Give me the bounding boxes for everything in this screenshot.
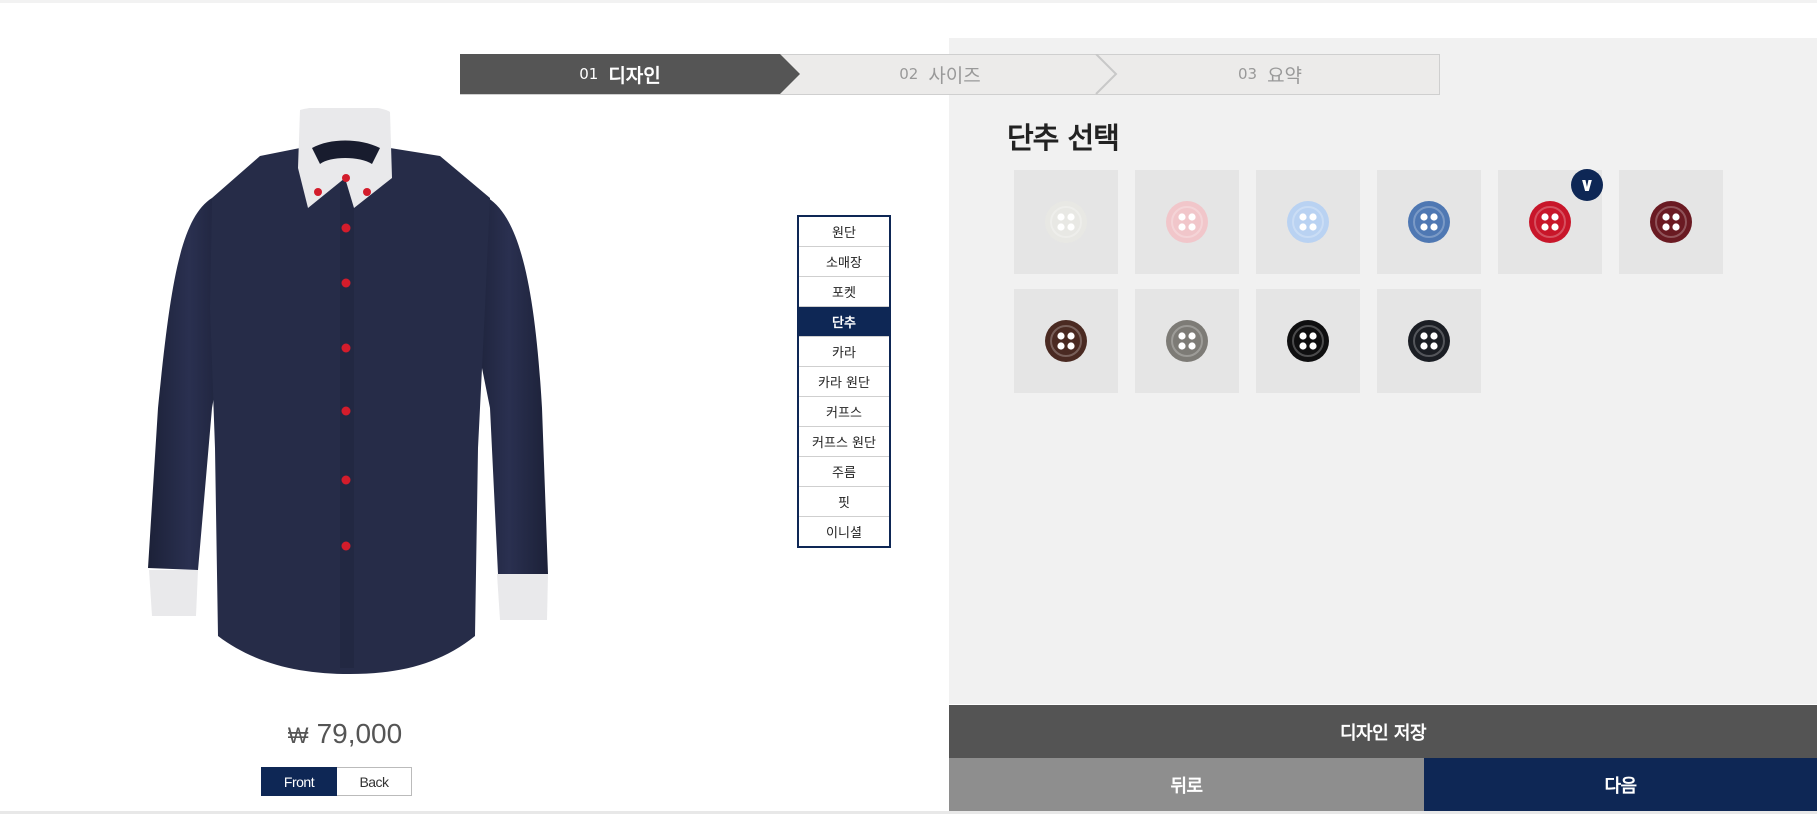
currency-symbol: ₩	[287, 723, 309, 748]
button-icon	[1045, 320, 1087, 362]
button-swatch[interactable]	[1256, 289, 1360, 393]
view-toggle: Front Back	[261, 767, 412, 796]
button-icon	[1650, 201, 1692, 243]
button-swatch[interactable]	[1014, 289, 1118, 393]
button-swatch[interactable]	[1256, 170, 1360, 274]
menu-item-fit[interactable]: 핏	[799, 487, 889, 517]
button-swatch[interactable]	[1619, 170, 1723, 274]
menu-item-button[interactable]: 단추	[799, 307, 889, 337]
menu-item-cuffs[interactable]: 커프스	[799, 397, 889, 427]
save-design-button[interactable]: 디자인 저장	[949, 705, 1817, 758]
button-icon	[1408, 320, 1450, 362]
design-options-menu: 원단 소매장 포켓 단추 카라 카라 원단 커프스 커프스 원단 주름 핏 이니…	[797, 215, 891, 548]
step-label: 사이즈	[928, 64, 981, 87]
step-label: 요약	[1267, 64, 1303, 87]
button-swatch[interactable]: ∨	[1498, 169, 1603, 274]
front-view-button[interactable]: Front	[261, 767, 337, 796]
step-summary[interactable]: 03 요약	[1100, 54, 1440, 94]
button-icon	[1287, 320, 1329, 362]
step-number: 02	[899, 65, 919, 83]
step-number: 03	[1237, 65, 1258, 83]
menu-item-pocket[interactable]: 포켓	[799, 277, 889, 307]
section-title: 단추 선택	[1007, 121, 1120, 155]
step-design[interactable]: 01 디자인	[460, 54, 780, 94]
step-size[interactable]: 02 사이즈	[780, 54, 1100, 94]
back-view-button[interactable]: Back	[337, 767, 412, 796]
menu-item-collar-fabric[interactable]: 카라 원단	[799, 367, 889, 397]
selected-check-icon: ∨	[1571, 169, 1603, 201]
button-icon	[1529, 201, 1571, 243]
menu-item-initial[interactable]: 이니셜	[799, 517, 889, 546]
button-swatch[interactable]	[1377, 170, 1481, 274]
button-swatch[interactable]	[1135, 289, 1239, 393]
price-value: 79,000	[316, 718, 403, 749]
button-swatch[interactable]	[1135, 170, 1239, 274]
step-label: 디자인	[608, 64, 661, 87]
price-display: ₩79,000	[270, 718, 420, 750]
back-button[interactable]: 뒤로	[949, 758, 1424, 811]
button-icon	[1166, 320, 1208, 362]
menu-item-sleeve-length[interactable]: 소매장	[799, 247, 889, 277]
button-icon	[1287, 201, 1329, 243]
button-icon	[1408, 201, 1450, 243]
menu-item-fabric[interactable]: 원단	[799, 217, 889, 247]
button-swatch[interactable]	[1377, 289, 1481, 393]
progress-stepper: 01 디자인 02 사이즈 03 요약	[460, 54, 1440, 95]
step-number: 01	[579, 65, 599, 83]
shirt-preview	[140, 105, 560, 678]
menu-item-collar[interactable]: 카라	[799, 337, 889, 367]
next-button[interactable]: 다음	[1424, 758, 1817, 811]
button-swatch[interactable]	[1014, 170, 1118, 274]
menu-item-pleat[interactable]: 주름	[799, 457, 889, 487]
menu-item-cuffs-fabric[interactable]: 커프스 원단	[799, 427, 889, 457]
top-divider	[0, 0, 1817, 3]
button-icon	[1166, 201, 1208, 243]
button-icon	[1045, 201, 1087, 243]
